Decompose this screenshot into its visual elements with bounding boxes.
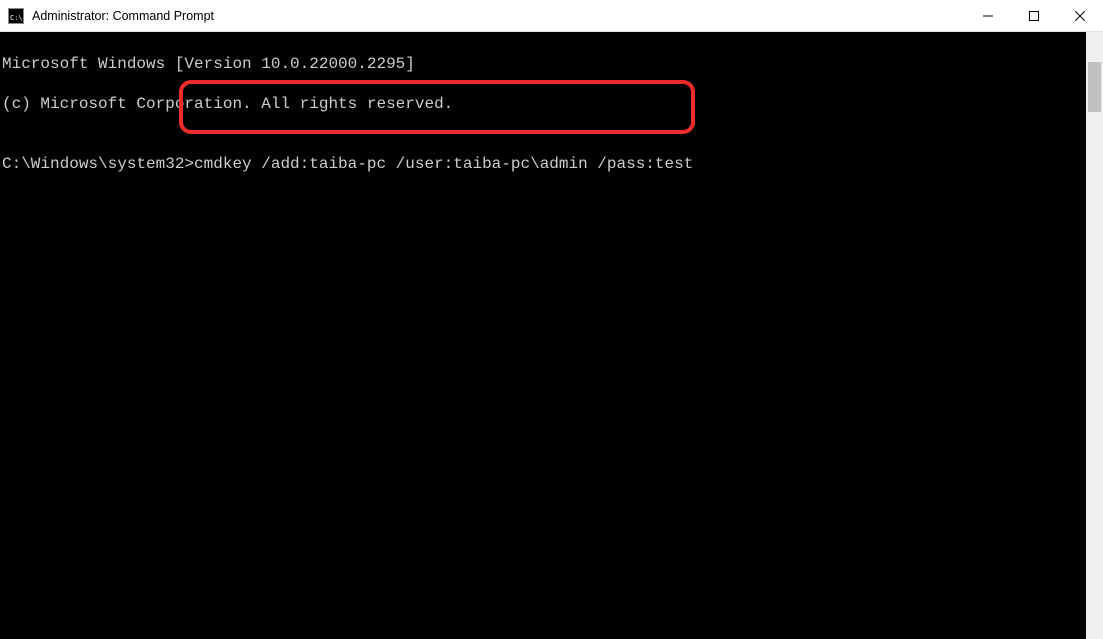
minimize-button[interactable]	[965, 0, 1011, 31]
terminal-container: Microsoft Windows [Version 10.0.22000.22…	[0, 32, 1103, 639]
close-button[interactable]	[1057, 0, 1103, 31]
scrollbar-thumb[interactable]	[1088, 62, 1101, 112]
maximize-icon	[1029, 11, 1039, 21]
command-prompt-icon	[8, 8, 24, 24]
minimize-icon	[983, 11, 993, 21]
close-icon	[1075, 11, 1085, 21]
titlebar[interactable]: Administrator: Command Prompt	[0, 0, 1103, 32]
terminal-line-copyright: (c) Microsoft Corporation. All rights re…	[2, 94, 1084, 114]
maximize-button[interactable]	[1011, 0, 1057, 31]
window-title: Administrator: Command Prompt	[32, 9, 965, 23]
terminal-command: cmdkey /add:taiba-pc /user:taiba-pc\admi…	[194, 155, 693, 173]
terminal-prompt-line: C:\Windows\system32>cmdkey /add:taiba-pc…	[2, 154, 1084, 174]
terminal-output[interactable]: Microsoft Windows [Version 10.0.22000.22…	[0, 32, 1086, 639]
window-controls	[965, 0, 1103, 31]
terminal-line-version: Microsoft Windows [Version 10.0.22000.22…	[2, 54, 1084, 74]
scrollbar[interactable]	[1086, 32, 1103, 639]
command-prompt-window: Administrator: Command Prompt Microsoft …	[0, 0, 1103, 639]
terminal-prompt: C:\Windows\system32>	[2, 155, 194, 173]
